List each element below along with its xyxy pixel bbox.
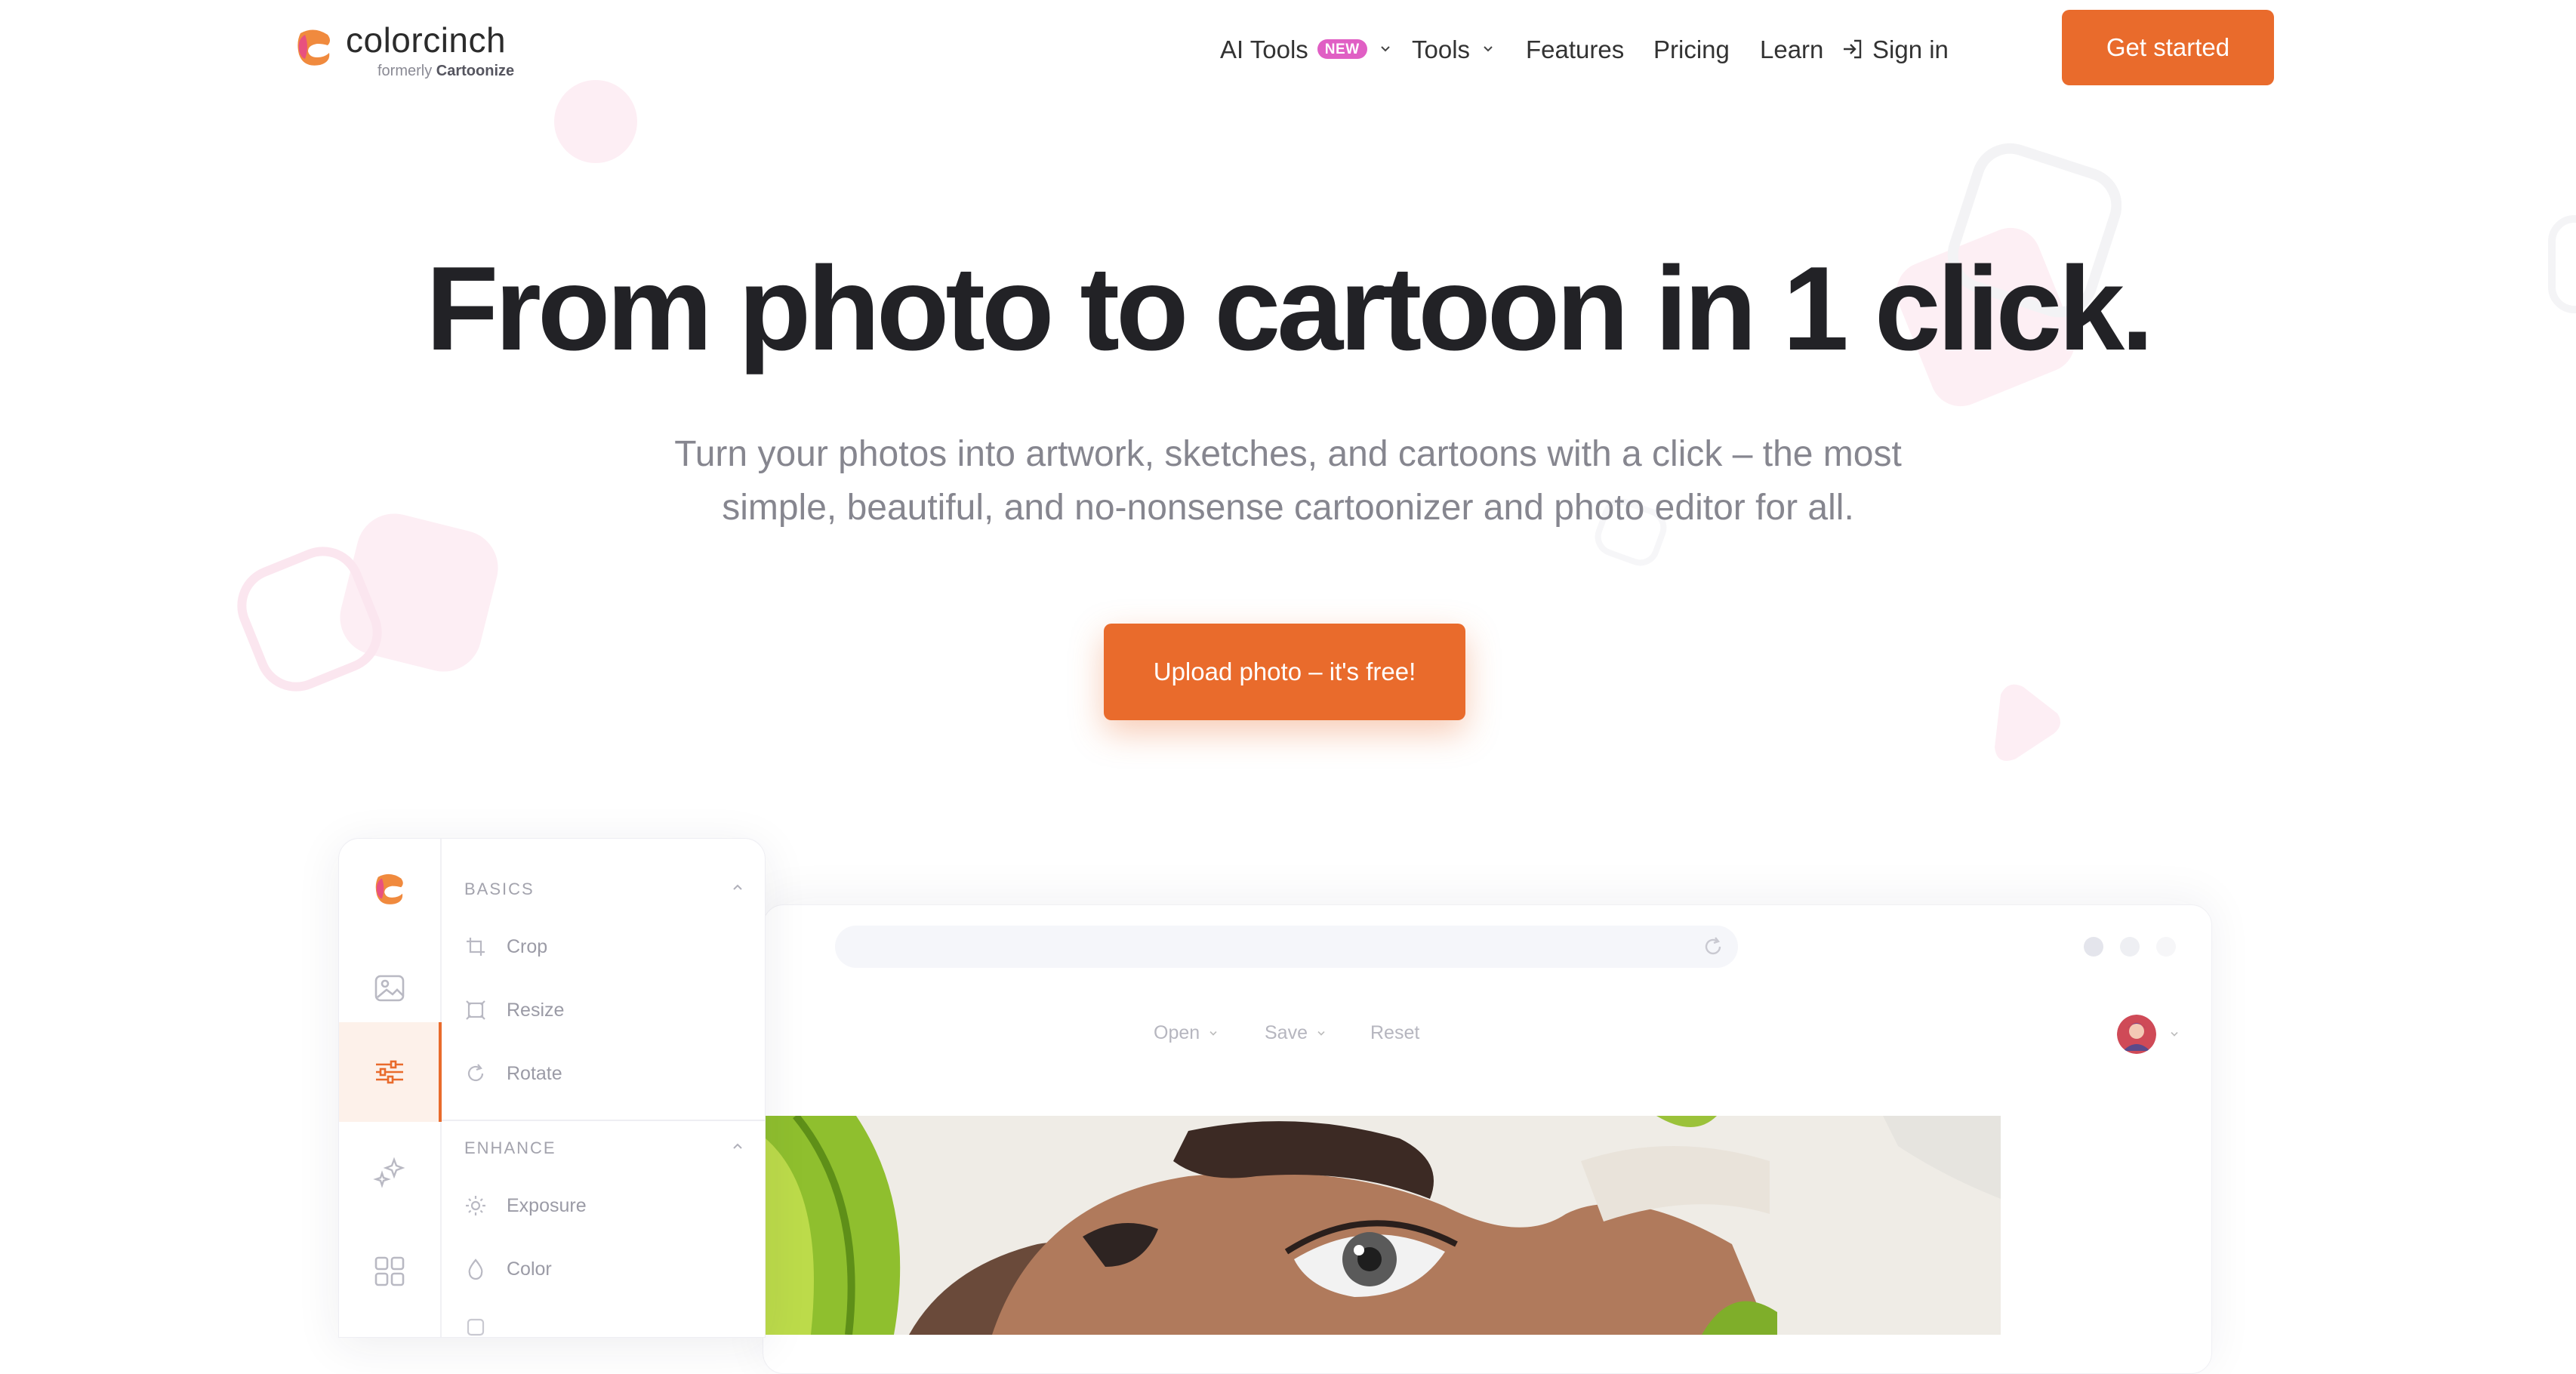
logo-wordmark[interactable]: colorcinch — [346, 23, 506, 57]
grid-icon — [374, 1256, 405, 1286]
nav-pricing[interactable]: Pricing — [1653, 30, 1730, 68]
open-label: Open — [1154, 1022, 1200, 1043]
menu-item-label: Exposure — [507, 1194, 587, 1216]
upload-photo-button[interactable]: Upload photo – it's free! — [1104, 624, 1465, 720]
image-icon — [374, 975, 405, 1002]
rotate-icon — [467, 1064, 484, 1082]
window-dot — [2084, 937, 2103, 957]
cartoon-photo-preview — [766, 1116, 2001, 1335]
open-menu[interactable]: Open — [1154, 1024, 1219, 1043]
avatar[interactable] — [2117, 1015, 2156, 1054]
sign-in-label: Sign in — [1872, 35, 1949, 63]
decor-triangle — [1995, 684, 2060, 761]
nav-ai-tools[interactable]: AI Tools NEW — [1220, 30, 1393, 68]
user-avatar-icon — [2117, 1015, 2156, 1054]
menu-item-label: Rotate — [507, 1062, 562, 1084]
logo-mark-icon[interactable] — [294, 27, 334, 66]
menu-item-rotate[interactable]: Rotate — [464, 1062, 562, 1085]
nav-tools-label: Tools — [1412, 35, 1471, 63]
url-bar — [835, 926, 1738, 968]
chevron-down-icon — [1209, 1030, 1217, 1036]
sparkle-icon — [373, 1157, 405, 1188]
cartoon-face-illustration — [766, 1116, 2001, 1335]
editor-side-panel: BASICS Crop Resize Rotate ENHANCE Exposu… — [338, 838, 766, 1338]
save-menu[interactable]: Save — [1265, 1024, 1327, 1043]
resize-icon — [466, 1000, 485, 1020]
menu-item-color[interactable]: Color — [464, 1258, 552, 1280]
nav-sign-in[interactable]: Sign in — [1841, 30, 1949, 68]
sign-in-icon — [1844, 39, 1862, 59]
decor-circle — [554, 80, 637, 163]
nav-ai-tools-label: AI Tools — [1220, 35, 1308, 63]
nav-tools[interactable]: Tools — [1412, 30, 1496, 68]
chevron-up-icon[interactable] — [730, 1138, 745, 1154]
sliders-icon — [376, 1060, 403, 1084]
menu-item-label: Resize — [507, 999, 565, 1021]
rail-grid-tool[interactable] — [339, 1222, 440, 1321]
save-label: Save — [1265, 1022, 1308, 1043]
nav-learn[interactable]: Learn — [1760, 30, 1823, 68]
droplet-icon — [468, 1258, 483, 1280]
logo-sub-prefix: formerly — [377, 63, 433, 79]
sun-icon — [466, 1196, 485, 1215]
rail-adjust-tool[interactable] — [339, 1022, 440, 1122]
hero-subtitle-line-2: simple, beautiful, and no-nonsense carto… — [722, 488, 1854, 528]
chevron-down-icon[interactable] — [2168, 1028, 2180, 1040]
chevron-down-icon — [1317, 1030, 1325, 1036]
section-basics-title: BASICS — [464, 880, 535, 898]
rail-logo[interactable] — [339, 839, 440, 938]
window-dot — [2156, 937, 2176, 957]
menu-item-label: Crop — [507, 935, 548, 957]
editor-rail — [339, 839, 442, 1337]
hero-subtitle: Turn your photos into artwork, sketches,… — [609, 427, 1967, 535]
menu-item-label: Color — [507, 1258, 552, 1280]
hero-title: From photo to cartoon in 1 click. — [425, 242, 2154, 375]
logo-sub-brand: Cartoonize — [436, 63, 515, 79]
reload-icon — [1705, 937, 1721, 955]
decor-rounded-squares-left — [237, 513, 498, 692]
reset-button[interactable]: Reset — [1370, 1024, 1419, 1043]
new-badge: NEW — [1317, 39, 1367, 59]
menu-item-exposure[interactable]: Exposure — [464, 1194, 587, 1217]
logo-mark-icon — [375, 873, 403, 904]
menu-item-resize[interactable]: Resize — [464, 999, 564, 1021]
rail-effects-tool[interactable] — [339, 1122, 440, 1222]
section-enhance-title: ENHANCE — [464, 1138, 556, 1157]
crop-icon — [467, 938, 485, 956]
section-divider — [442, 1120, 765, 1121]
logo-subtitle: formerly Cartoonize — [377, 63, 514, 79]
rail-active-indicator — [439, 1022, 442, 1122]
chevron-down-icon — [1484, 46, 1493, 52]
menu-item-crop[interactable]: Crop — [464, 935, 547, 958]
chevron-up-icon[interactable] — [730, 880, 745, 895]
hero-subtitle-line-1: Turn your photos into artwork, sketches,… — [674, 434, 1902, 474]
window-dot — [2120, 937, 2140, 957]
nav-features[interactable]: Features — [1526, 30, 1624, 68]
chevron-down-icon — [1380, 46, 1390, 52]
get-started-button[interactable]: Get started — [2062, 10, 2274, 85]
